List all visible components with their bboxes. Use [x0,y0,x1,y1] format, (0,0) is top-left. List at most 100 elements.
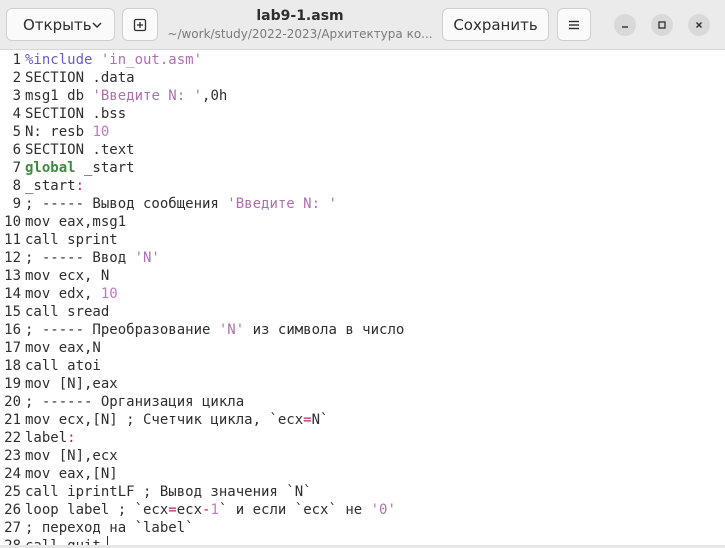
code-token: label [25,430,68,446]
line-number: 7 [12,160,21,176]
code-line[interactable]: 10 mov eax,msg1 [0,213,725,231]
code-token: msg1 db [25,88,93,104]
code-line[interactable]: 1 %include 'in_out.asm' [0,51,725,69]
code-token: ; ----- Ввод [25,250,135,266]
code-text: msg1 db 'Введите N: ',0h [25,87,227,105]
code-token: mov edx, [25,286,101,302]
code-token: 'N' [218,322,245,338]
code-line[interactable]: 4 SECTION .bss [0,105,725,123]
code-line[interactable]: 2 SECTION .data [0,69,725,87]
line-number: 5 [12,124,21,140]
code-token: N` [311,412,329,428]
code-text: SECTION .data [25,69,135,87]
code-text: ; ------ Организация цикла [25,393,244,411]
code-text: label: [25,429,76,447]
code-text: N: resb 10 [25,123,109,141]
line-number: 8 [12,178,21,194]
code-token: mov eax,N [25,340,101,356]
code-token: loop label ; `ecx [25,502,169,518]
new-document-button[interactable] [122,8,158,41]
code-token: = [303,412,312,428]
code-text: call iprintLF ; Вывод значения `N` [25,483,312,501]
new-document-icon [133,18,147,31]
code-line[interactable]: 20; ------ Организация цикла [0,393,725,411]
code-token: ; ----- Преобразование [25,322,219,338]
code-line[interactable]: 18 call atoi [0,357,725,375]
code-text: mov eax,[N] [25,465,118,483]
code-token: '0' [370,502,396,518]
code-line[interactable]: 19 mov [N],eax [0,375,725,393]
code-line[interactable]: 25 call iprintLF ; Вывод значения `N` [0,483,725,501]
code-line[interactable]: 24 mov eax,[N] [0,465,725,483]
code-token: ; ----- Вывод сообщения [25,196,228,212]
code-token: mov [N],eax [25,376,118,392]
code-token: 'in_out.asm' [100,52,203,68]
line-number: 22 [4,430,21,446]
minimize-button[interactable] [614,14,636,36]
code-text: mov eax,N [25,339,101,357]
code-line[interactable]: 11 call sprint [0,231,725,249]
code-token: mov eax,msg1 [25,214,127,230]
code-text: loop label ; `ecx=ecx-1` и если `ecx` не… [25,501,396,519]
open-button[interactable]: Открыть [6,8,115,41]
menu-button[interactable] [557,8,591,41]
code-token: 10 [92,124,110,140]
line-number: 3 [12,88,21,104]
code-line[interactable]: 5 N: resb 10 [0,123,725,141]
code-line[interactable]: 6 SECTION .text [0,141,725,159]
line-number: 20 [4,394,21,410]
code-token: N: resb [25,124,93,140]
code-token: 'Введите N: ' [227,196,337,212]
code-line[interactable]: 23 mov [N],ecx [0,447,725,465]
line-number: 13 [4,268,21,284]
save-button[interactable]: Сохранить [442,8,549,41]
line-number: 10 [4,214,21,230]
code-line[interactable]: 27; переход на `label` [0,519,725,537]
code-line[interactable]: 9; ----- Вывод сообщения 'Введите N: ' [0,195,725,213]
code-text: mov edx, 10 [25,285,118,303]
code-line[interactable]: 13 mov ecx, N [0,267,725,285]
code-token: : [75,178,85,194]
close-button[interactable] [688,14,710,36]
code-token: call sread [25,304,110,320]
maximize-button[interactable] [651,14,673,36]
code-token: ecx [176,502,203,518]
code-line[interactable]: 22 label: [0,429,725,447]
code-token: mov eax,[N] [25,466,118,482]
code-text: call sread [25,303,109,321]
line-number: 24 [4,466,21,482]
minimize-icon [622,26,628,28]
code-token: global [25,160,76,176]
code-editor[interactable]: 1 %include 'in_out.asm' 2 SECTION .data 3 msg… [0,50,725,548]
line-number: 12 [4,250,21,266]
code-line[interactable]: 17 mov eax,N [0,339,725,357]
file-path: ~/work/study/2022-2023/Архитектура ко... [167,27,433,41]
header-bar: Открыть lab9-1.asm ~/work/study/2022-202… [0,0,725,50]
line-number: 4 [12,106,21,122]
code-text: _start: [25,177,84,195]
code-token: call iprintLF ; Вывод значения `N` [25,484,312,500]
code-line[interactable]: 15 call sread [0,303,725,321]
code-line[interactable]: 26 loop label ; `ecx=ecx-1` и если `ecx` … [0,501,725,519]
code-line[interactable]: 8 _start: [0,177,725,195]
code-line[interactable]: 14 mov edx, 10 [0,285,725,303]
line-number: 1 [12,52,21,68]
code-line[interactable]: 7 global _start [0,159,725,177]
code-line[interactable]: 16; ----- Преобразование 'N' из символа … [0,321,725,339]
code-line[interactable]: 3 msg1 db 'Введите N: ',0h [0,87,725,105]
line-number: 14 [4,286,21,302]
code-line[interactable]: 12; ----- Ввод 'N' [0,249,725,267]
code-text: global _start [25,159,135,177]
code-line[interactable]: 21 mov ecx,[N] ; Счетчик цикла, `ecx=N` [0,411,725,429]
code-token: mov ecx, N [25,268,110,284]
code-text: ; ----- Преобразование 'N' из символа в … [25,321,404,339]
code-token: 'N' [134,250,160,266]
line-number: 2 [12,70,21,86]
code-text: mov [N],eax [25,375,118,393]
code-token: 'Введите N: ' [92,88,203,104]
line-number: 19 [4,376,21,392]
line-number: 18 [4,358,21,374]
code-token: call sprint [25,232,118,248]
code-text: mov ecx, N [25,267,109,285]
line-number: 27 [4,520,21,536]
